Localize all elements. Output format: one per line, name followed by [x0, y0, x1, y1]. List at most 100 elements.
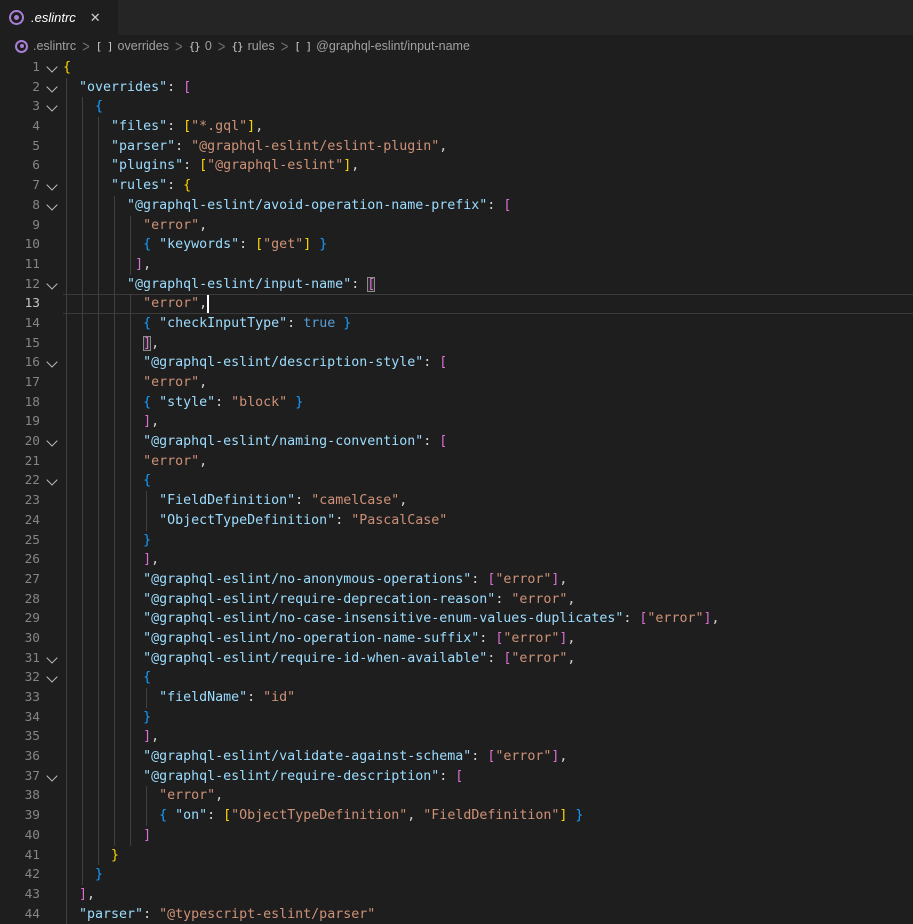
code-line[interactable]: 33 "fieldName": "id"	[0, 688, 913, 708]
code-line[interactable]: 23 "FieldDefinition": "camelCase",	[0, 491, 913, 511]
fold-chevron-down-icon[interactable]	[46, 199, 57, 210]
code-line[interactable]: 37 "@graphql-eslint/require-description"…	[0, 767, 913, 787]
code-text[interactable]: "@graphql-eslint/no-case-insensitive-enu…	[63, 609, 720, 629]
code-text[interactable]: ],	[63, 885, 95, 905]
code-line[interactable]: 10 { "keywords": ["get"] }	[0, 235, 913, 255]
code-text[interactable]: "parser": "@typescript-eslint/parser"	[63, 905, 375, 924]
code-text[interactable]: "overrides": [	[63, 78, 191, 98]
fold-chevron-down-icon[interactable]	[46, 357, 57, 368]
code-text[interactable]: "@graphql-eslint/require-description": [	[63, 767, 463, 787]
fold-chevron-down-icon[interactable]	[46, 770, 57, 781]
code-line[interactable]: 32 {	[0, 668, 913, 688]
code-text[interactable]: "FieldDefinition": "camelCase",	[63, 491, 407, 511]
code-text[interactable]: { "style": "block" }	[63, 393, 303, 413]
code-line[interactable]: 36 "@graphql-eslint/validate-against-sch…	[0, 747, 913, 767]
fold-chevron-down-icon[interactable]	[46, 652, 57, 663]
code-text[interactable]: ],	[63, 334, 159, 354]
code-text[interactable]: { "on": ["ObjectTypeDefinition", "FieldD…	[63, 806, 583, 826]
code-text[interactable]: ]	[63, 826, 151, 846]
fold-gutter[interactable]	[40, 78, 63, 98]
code-text[interactable]: {	[63, 58, 71, 78]
code-text[interactable]: "@graphql-eslint/input-name": [	[63, 275, 375, 295]
fold-chevron-down-icon[interactable]	[46, 179, 57, 190]
code-text[interactable]: "error",	[63, 294, 209, 314]
code-line[interactable]: 3 {	[0, 97, 913, 117]
code-text[interactable]: {	[63, 97, 103, 117]
fold-chevron-down-icon[interactable]	[46, 435, 57, 446]
code-text[interactable]: "@graphql-eslint/no-anonymous-operations…	[63, 570, 567, 590]
code-line[interactable]: 22 {	[0, 471, 913, 491]
code-text[interactable]: ],	[63, 727, 159, 747]
fold-gutter[interactable]	[40, 275, 63, 295]
fold-gutter[interactable]	[40, 58, 63, 78]
fold-gutter[interactable]	[40, 668, 63, 688]
code-line[interactable]: 29 "@graphql-eslint/no-case-insensitive-…	[0, 609, 913, 629]
code-text[interactable]: "error",	[63, 786, 223, 806]
code-text[interactable]: "@graphql-eslint/description-style": [	[63, 353, 447, 373]
breadcrumb-item--graphql-eslint-input-name[interactable]: [ ]@graphql-eslint/input-name	[294, 39, 470, 53]
code-text[interactable]: "plugins": ["@graphql-eslint"],	[63, 156, 359, 176]
code-text[interactable]: "@graphql-eslint/validate-against-schema…	[63, 747, 567, 767]
breadcrumb-item-overrides[interactable]: [ ]overrides	[96, 39, 169, 53]
code-text[interactable]: "files": ["*.gql"],	[63, 117, 263, 137]
code-line[interactable]: 25 }	[0, 531, 913, 551]
code-line[interactable]: 27 "@graphql-eslint/no-anonymous-operati…	[0, 570, 913, 590]
code-line[interactable]: 43 ],	[0, 885, 913, 905]
code-line[interactable]: 24 "ObjectTypeDefinition": "PascalCase"	[0, 511, 913, 531]
fold-chevron-down-icon[interactable]	[46, 278, 57, 289]
breadcrumb-item--eslintrc[interactable]: .eslintrc	[15, 39, 76, 53]
code-line[interactable]: 2 "overrides": [	[0, 78, 913, 98]
code-text[interactable]: }	[63, 846, 119, 866]
code-line[interactable]: 13 "error",	[0, 294, 913, 314]
code-line[interactable]: 5 "parser": "@graphql-eslint/eslint-plug…	[0, 137, 913, 157]
code-text[interactable]: }	[63, 531, 151, 551]
code-text[interactable]: }	[63, 708, 151, 728]
code-line[interactable]: 39 { "on": ["ObjectTypeDefinition", "Fie…	[0, 806, 913, 826]
code-line[interactable]: 18 { "style": "block" }	[0, 393, 913, 413]
code-line[interactable]: 8 "@graphql-eslint/avoid-operation-name-…	[0, 196, 913, 216]
code-text[interactable]: {	[63, 471, 151, 491]
fold-chevron-down-icon[interactable]	[46, 61, 57, 72]
code-line[interactable]: 31 "@graphql-eslint/require-id-when-avai…	[0, 649, 913, 669]
code-line[interactable]: 12 "@graphql-eslint/input-name": [	[0, 275, 913, 295]
code-line[interactable]: 7 "rules": {	[0, 176, 913, 196]
fold-chevron-down-icon[interactable]	[46, 101, 57, 112]
code-line[interactable]: 17 "error",	[0, 373, 913, 393]
fold-gutter[interactable]	[40, 97, 63, 117]
fold-chevron-down-icon[interactable]	[46, 81, 57, 92]
code-line[interactable]: 14 { "checkInputType": true }	[0, 314, 913, 334]
code-line[interactable]: 44 "parser": "@typescript-eslint/parser"	[0, 905, 913, 924]
fold-gutter[interactable]	[40, 432, 63, 452]
code-text[interactable]: "error",	[63, 373, 207, 393]
code-text[interactable]: { "keywords": ["get"] }	[63, 235, 327, 255]
code-line[interactable]: 35 ],	[0, 727, 913, 747]
code-line[interactable]: 40 ]	[0, 826, 913, 846]
code-line[interactable]: 28 "@graphql-eslint/require-deprecation-…	[0, 590, 913, 610]
code-text[interactable]: "parser": "@graphql-eslint/eslint-plugin…	[63, 137, 447, 157]
code-line[interactable]: 26 ],	[0, 550, 913, 570]
tab-eslintrc[interactable]: .eslintrc ✕	[0, 0, 118, 35]
fold-gutter[interactable]	[40, 176, 63, 196]
fold-chevron-down-icon[interactable]	[46, 672, 57, 683]
code-line[interactable]: 15 ],	[0, 334, 913, 354]
breadcrumb-item-0[interactable]: {}0	[189, 39, 212, 53]
code-text[interactable]: "@graphql-eslint/no-operation-name-suffi…	[63, 629, 575, 649]
code-text[interactable]: "rules": {	[63, 176, 191, 196]
fold-gutter[interactable]	[40, 649, 63, 669]
code-text[interactable]: "fieldName": "id"	[63, 688, 295, 708]
code-line[interactable]: 4 "files": ["*.gql"],	[0, 117, 913, 137]
code-line[interactable]: 6 "plugins": ["@graphql-eslint"],	[0, 156, 913, 176]
fold-chevron-down-icon[interactable]	[46, 475, 57, 486]
code-line[interactable]: 16 "@graphql-eslint/description-style": …	[0, 353, 913, 373]
code-line[interactable]: 38 "error",	[0, 786, 913, 806]
code-text[interactable]: ],	[63, 255, 151, 275]
code-text[interactable]: "@graphql-eslint/require-id-when-availab…	[63, 649, 575, 669]
code-text[interactable]: "@graphql-eslint/naming-convention": [	[63, 432, 447, 452]
code-text[interactable]: "ObjectTypeDefinition": "PascalCase"	[63, 511, 447, 531]
code-text[interactable]: "error",	[63, 216, 207, 236]
fold-gutter[interactable]	[40, 767, 63, 787]
code-text[interactable]: }	[63, 865, 103, 885]
fold-gutter[interactable]	[40, 353, 63, 373]
code-line[interactable]: 41 }	[0, 846, 913, 866]
code-line[interactable]: 1{	[0, 58, 913, 78]
